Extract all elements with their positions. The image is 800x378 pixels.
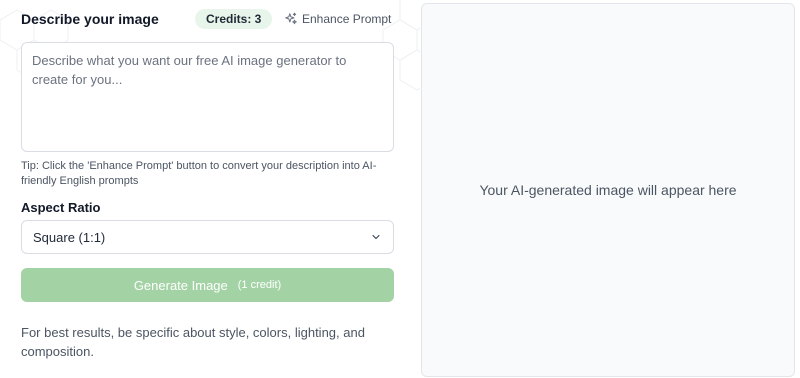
- enhance-prompt-label: Enhance Prompt: [302, 12, 392, 26]
- generate-image-button[interactable]: Generate Image (1 credit): [21, 268, 394, 302]
- generate-credit-note: (1 credit): [237, 279, 282, 291]
- chevron-down-icon: [372, 234, 380, 240]
- aspect-ratio-label: Aspect Ratio: [21, 200, 101, 215]
- prompt-header: Describe your image Credits: 3 Enhance P…: [21, 8, 394, 30]
- enhance-prompt-button[interactable]: Enhance Prompt: [284, 9, 391, 29]
- prompt-textarea[interactable]: [32, 51, 383, 143]
- aspect-ratio-select[interactable]: Square (1:1): [21, 220, 394, 254]
- image-generator-page: Describe your image Credits: 3 Enhance P…: [0, 0, 800, 378]
- credits-badge: Credits: 3: [195, 9, 273, 29]
- sparkles-icon: [285, 12, 297, 25]
- tip-text: Tip: Click the 'Enhance Prompt' button t…: [21, 160, 377, 187]
- preview-placeholder-text: Your AI-generated image will appear here: [479, 182, 737, 198]
- prompt-input-container: [21, 42, 394, 152]
- best-results-hint: For best results, be specific about styl…: [21, 325, 365, 359]
- image-preview-panel: Your AI-generated image will appear here: [421, 3, 795, 377]
- prompt-title: Describe your image: [21, 11, 159, 27]
- aspect-ratio-value: Square (1:1): [33, 229, 106, 245]
- generate-label: Generate Image: [133, 277, 228, 293]
